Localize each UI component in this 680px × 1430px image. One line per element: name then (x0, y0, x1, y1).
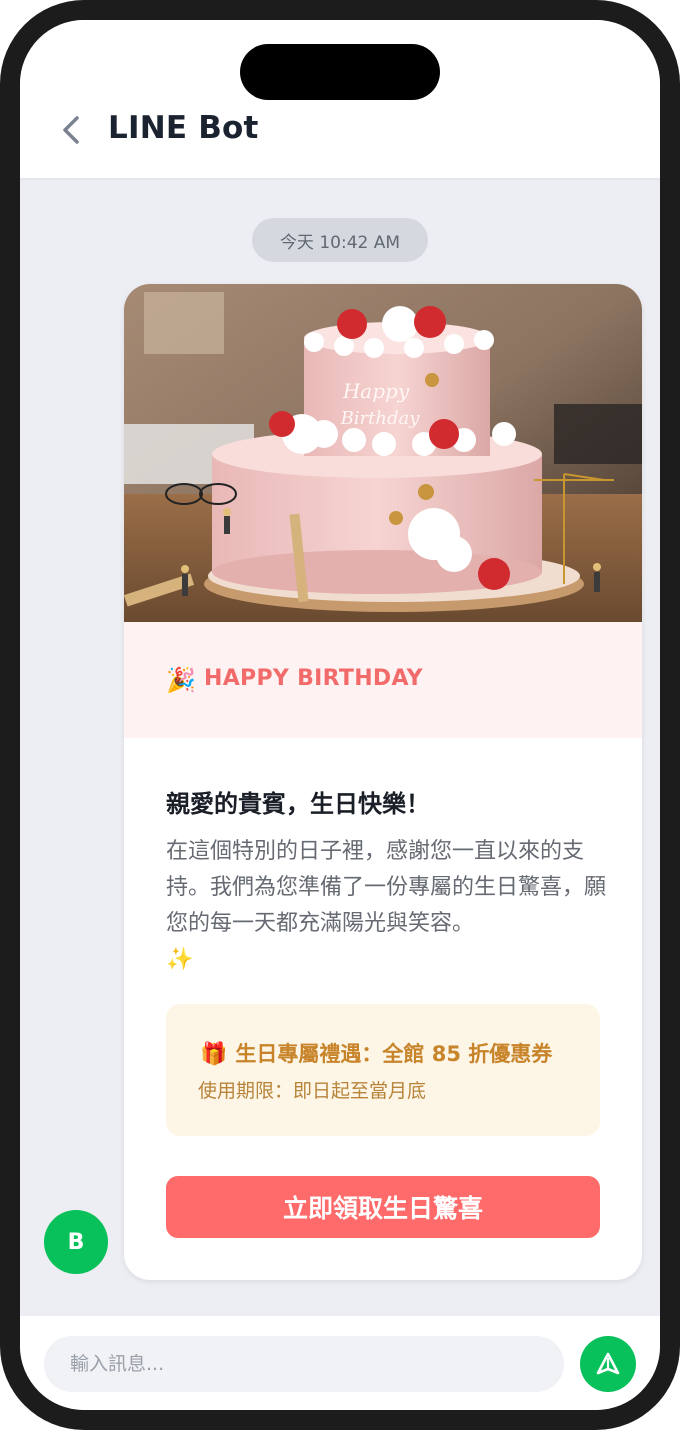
offer-title-row: 🎁 生日專屬禮遇：全館 85 折優惠券 (200, 1038, 552, 1068)
birthday-message-card: Happy Birthday 🎉 HAPPY BIRTHDAY 親愛的貴賓，生日… (124, 284, 642, 1280)
phone-frame: LINE Bot 今天 10:42 AM Happy Birthday 🎉 HA… (0, 0, 680, 1430)
bot-avatar: B (44, 1210, 108, 1274)
banner-label: HAPPY BIRTHDAY (204, 666, 423, 691)
back-button[interactable] (56, 112, 86, 148)
sparkle-icon: ✨ (166, 947, 194, 972)
offer-box: 🎁 生日專屬禮遇：全館 85 折優惠券 使用期限：即日起至當月底 (166, 1004, 600, 1136)
dynamic-island (240, 44, 440, 100)
claim-surprise-button[interactable]: 立即領取生日驚喜 (166, 1176, 600, 1238)
birthday-cake-image: Happy Birthday (124, 284, 642, 622)
message-input[interactable] (44, 1336, 564, 1392)
happy-birthday-banner: 🎉 HAPPY BIRTHDAY (124, 622, 642, 738)
timestamp-pill: 今天 10:42 AM (252, 218, 428, 262)
greeting-message: 在這個特別的日子裡，感謝您一直以來的支持。我們為您準備了一份專屬的生日驚喜，願您… (166, 834, 606, 978)
party-popper-icon: 🎉 (166, 666, 196, 694)
composer-bar (20, 1316, 660, 1410)
offer-title: 生日專屬禮遇：全館 85 折優惠券 (235, 1042, 553, 1066)
svg-text:Birthday: Birthday (340, 408, 421, 429)
offer-validity: 使用期限：即日起至當月底 (198, 1080, 427, 1102)
send-icon (596, 1352, 620, 1375)
chevron-left-icon (63, 116, 79, 144)
message-text: 在這個特別的日子裡，感謝您一直以來的支持。我們為您準備了一份專屬的生日驚喜，願您… (166, 839, 607, 936)
gift-icon: 🎁 (200, 1042, 228, 1067)
greeting-title: 親愛的貴賓，生日快樂！ (166, 790, 430, 818)
send-button[interactable] (580, 1336, 636, 1392)
chat-title: LINE Bot (108, 110, 259, 146)
svg-text:Happy: Happy (342, 379, 410, 403)
screen: LINE Bot 今天 10:42 AM Happy Birthday 🎉 HA… (20, 20, 660, 1410)
